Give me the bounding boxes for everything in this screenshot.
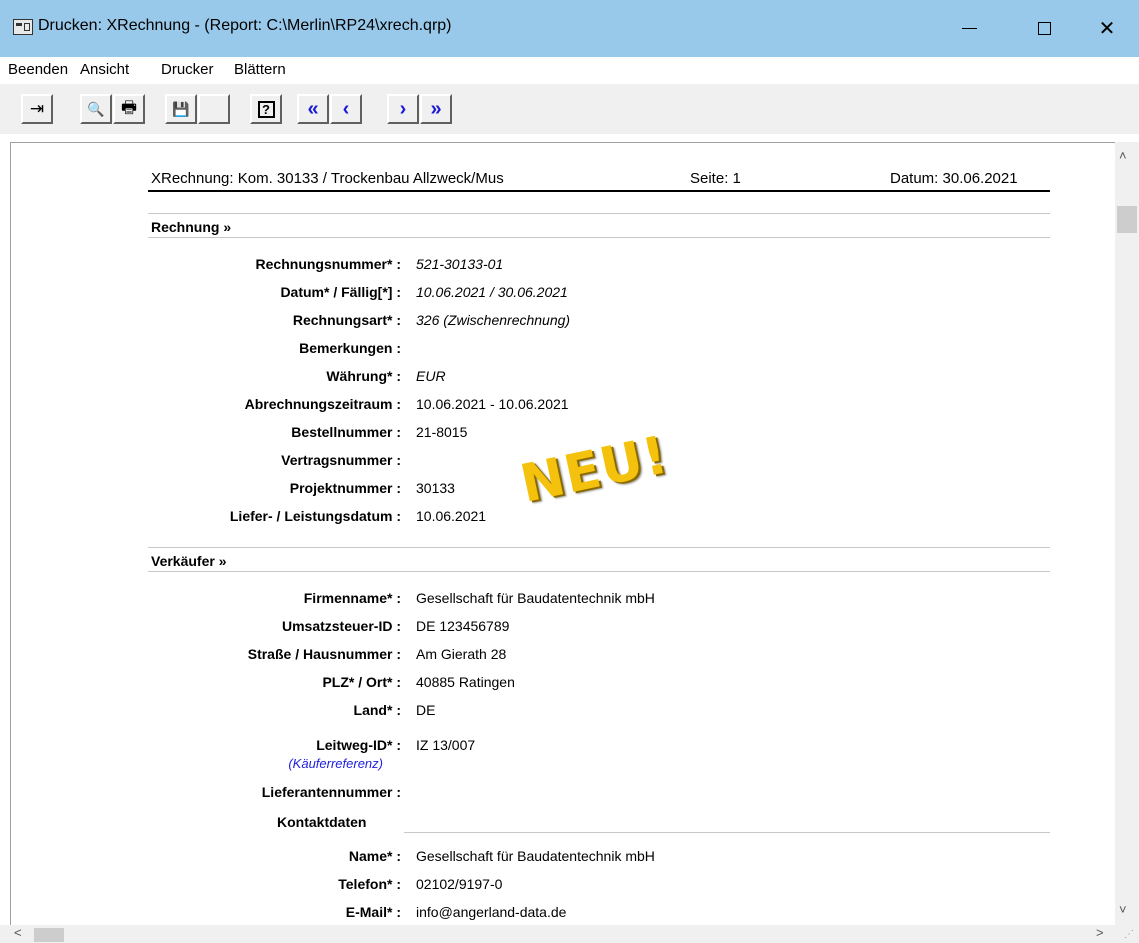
horizontal-scrollbar[interactable]: < > ⋰ bbox=[0, 925, 1139, 943]
exit-button[interactable]: ⇥ bbox=[21, 94, 53, 124]
label-strasse: Straße / Hausnummer : bbox=[247, 646, 401, 662]
label-firmenname: Firmenname* : bbox=[303, 590, 401, 606]
label-vertragsnummer: Vertragsnummer : bbox=[281, 452, 401, 468]
section-divider-top bbox=[148, 547, 1050, 548]
first-page-button[interactable]: « bbox=[297, 94, 329, 124]
label-plz-ort: PLZ* / Ort* : bbox=[322, 674, 401, 690]
label-kontakt-telefon: Telefon* : bbox=[338, 876, 401, 892]
horizontal-scroll-thumb[interactable] bbox=[34, 928, 64, 942]
value-rechnungsnummer: 521-30133-01 bbox=[416, 256, 504, 272]
blank-button[interactable] bbox=[198, 94, 230, 124]
section-rechnung-heading: Rechnung » bbox=[151, 219, 232, 235]
prev-page-button[interactable]: ‹ bbox=[330, 94, 362, 124]
value-leitweg-id: IZ 13/007 bbox=[416, 737, 476, 753]
save-button[interactable]: 💾 bbox=[165, 94, 197, 124]
label-rechnungsnummer: Rechnungsnummer* : bbox=[255, 256, 401, 272]
help-button[interactable]: ? bbox=[250, 94, 282, 124]
kontaktdaten-divider bbox=[404, 832, 1050, 833]
value-projektnummer: 30133 bbox=[416, 480, 455, 496]
label-projektnummer: Projektnummer : bbox=[289, 480, 401, 496]
help-icon: ? bbox=[262, 101, 270, 117]
zoom-button[interactable]: 🔍 bbox=[80, 94, 112, 124]
value-waehrung: EUR bbox=[416, 368, 446, 384]
last-page-icon: » bbox=[430, 97, 442, 120]
next-page-button[interactable]: › bbox=[387, 94, 419, 124]
app-icon bbox=[13, 19, 33, 35]
close-button[interactable]: ✕ bbox=[1078, 0, 1136, 57]
title-bar: Drucken: XRechnung - (Report: C:\Merlin\… bbox=[0, 0, 1139, 57]
label-lieferantennummer: Lieferantennummer : bbox=[261, 784, 401, 800]
minimize-button[interactable] bbox=[940, 0, 998, 57]
leitweg-note: (Käuferreferenz) bbox=[288, 756, 383, 771]
first-page-icon: « bbox=[307, 97, 319, 120]
kontaktdaten-heading: Kontaktdaten bbox=[277, 814, 367, 830]
value-kontakt-email: info@angerland-data.de bbox=[416, 904, 567, 920]
menu-beenden[interactable]: Beenden bbox=[8, 61, 68, 78]
scroll-left-icon[interactable]: < bbox=[14, 925, 22, 940]
value-kontakt-telefon: 02102/9197-0 bbox=[416, 876, 503, 892]
label-bemerkungen: Bemerkungen : bbox=[299, 340, 401, 356]
save-icon: 💾 bbox=[172, 100, 190, 117]
label-waehrung: Währung* : bbox=[326, 368, 401, 384]
report-preview bbox=[10, 142, 1116, 926]
label-land: Land* : bbox=[353, 702, 401, 718]
scroll-down-icon[interactable]: ˅ bbox=[1119, 902, 1127, 917]
label-kontakt-email: E-Mail* : bbox=[345, 904, 401, 920]
vertical-scrollbar[interactable]: ˄ ˅ bbox=[1115, 142, 1139, 925]
scroll-right-icon[interactable]: > bbox=[1096, 925, 1104, 940]
label-bestellnummer: Bestellnummer : bbox=[291, 424, 401, 440]
toolbar: ⇥ 🔍 🖶 💾 ? « ‹ › » bbox=[0, 84, 1139, 134]
value-leistungsdatum: 10.06.2021 bbox=[416, 508, 487, 524]
close-icon: ✕ bbox=[1098, 18, 1116, 40]
menu-drucker[interactable]: Drucker bbox=[161, 61, 214, 78]
section-divider-bottom bbox=[148, 571, 1050, 572]
zoom-icon: 🔍 bbox=[87, 100, 105, 117]
report-header-page: Seite: 1 bbox=[690, 170, 741, 187]
maximize-button[interactable] bbox=[1015, 0, 1073, 57]
label-umsatzsteuer-id: Umsatzsteuer-ID : bbox=[281, 618, 401, 634]
value-datum: 10.06.2021 / 30.06.2021 bbox=[416, 284, 568, 300]
label-abrechnungszeitraum: Abrechnungszeitraum : bbox=[244, 396, 401, 412]
print-button[interactable]: 🖶 bbox=[113, 94, 145, 124]
value-abrechnungszeitraum: 10.06.2021 - 10.06.2021 bbox=[416, 396, 569, 412]
report-header-date: Datum: 30.06.2021 bbox=[890, 170, 1018, 187]
value-land: DE bbox=[416, 702, 436, 718]
value-strasse: Am Gierath 28 bbox=[416, 646, 507, 662]
menu-blaettern[interactable]: Blättern bbox=[234, 61, 286, 78]
prev-page-icon: ‹ bbox=[342, 97, 350, 120]
value-rechnungsart: 326 (Zwischenrechnung) bbox=[416, 312, 571, 328]
section-verkaeufer-heading: Verkäufer » bbox=[151, 553, 227, 569]
menu-ansicht[interactable]: Ansicht bbox=[80, 61, 129, 78]
section-divider-top bbox=[148, 213, 1050, 214]
window-title: Drucken: XRechnung - (Report: C:\Merlin\… bbox=[38, 17, 452, 34]
last-page-button[interactable]: » bbox=[420, 94, 452, 124]
vertical-scroll-thumb[interactable] bbox=[1117, 206, 1137, 233]
value-umsatzsteuer-id: DE 123456789 bbox=[416, 618, 510, 634]
maximize-icon bbox=[1037, 22, 1051, 35]
value-plz-ort: 40885 Ratingen bbox=[416, 674, 515, 690]
label-leistungsdatum: Liefer- / Leistungsdatum : bbox=[229, 508, 401, 524]
label-datum: Datum* / Fällig[*] : bbox=[280, 284, 401, 300]
value-firmenname: Gesellschaft für Baudatentechnik mbH bbox=[416, 590, 655, 606]
print-icon: 🖶 bbox=[120, 97, 138, 117]
report-header-title: XRechnung: Kom. 30133 / Trockenbau Allzw… bbox=[151, 170, 504, 187]
label-leitweg-id: Leitweg-ID* : bbox=[316, 737, 401, 753]
menu-bar: Beenden Ansicht Drucker Blättern bbox=[0, 57, 1139, 84]
exit-icon: ⇥ bbox=[29, 99, 45, 118]
scroll-up-icon[interactable]: ˄ bbox=[1119, 148, 1127, 163]
minimize-icon bbox=[961, 28, 977, 29]
value-bestellnummer: 21-8015 bbox=[416, 424, 468, 440]
section-divider-bottom bbox=[148, 237, 1050, 238]
label-kontakt-name: Name* : bbox=[348, 848, 401, 864]
label-rechnungsart: Rechnungsart* : bbox=[292, 312, 401, 328]
value-kontakt-name: Gesellschaft für Baudatentechnik mbH bbox=[416, 848, 655, 864]
next-page-icon: › bbox=[399, 97, 407, 120]
resize-grip-icon[interactable]: ⋰ bbox=[1124, 929, 1134, 940]
header-divider bbox=[148, 190, 1050, 192]
